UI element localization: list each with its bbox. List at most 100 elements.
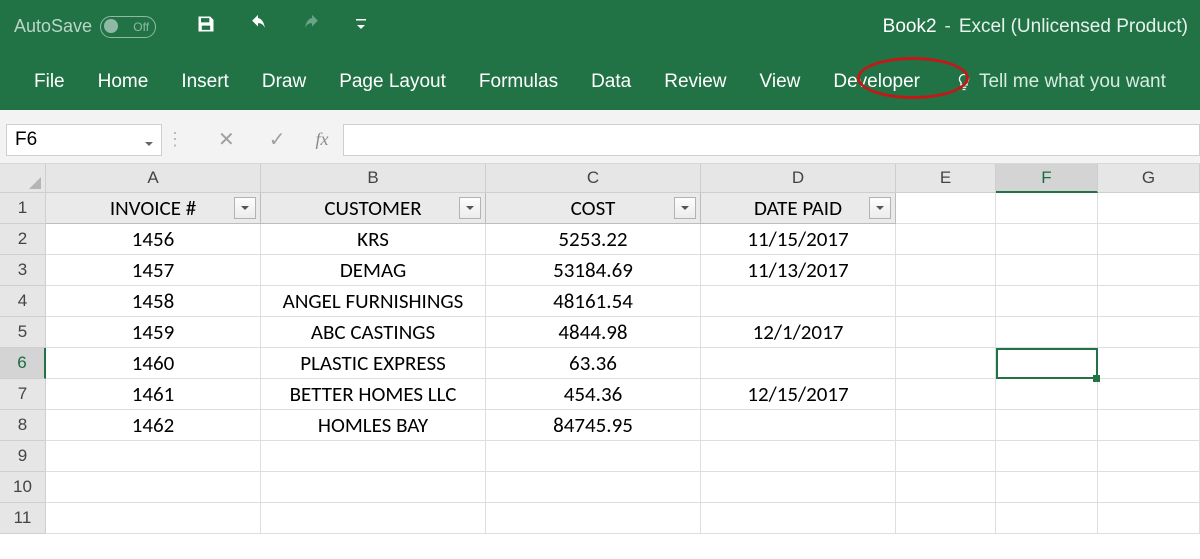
row-header[interactable]: 9 (0, 441, 46, 472)
cell[interactable] (896, 224, 996, 255)
table-column-header[interactable]: CUSTOMER (261, 193, 486, 224)
cell[interactable]: ABC CASTINGS (261, 317, 486, 348)
autosave-toggle[interactable]: Off (100, 16, 156, 38)
cell[interactable]: 1456 (46, 224, 261, 255)
worksheet-grid[interactable]: A B C D E F G 1INVOICE #CUSTOMERCOSTDATE… (0, 164, 1200, 534)
cell[interactable]: 1459 (46, 317, 261, 348)
cell[interactable]: 1461 (46, 379, 261, 410)
cell[interactable]: KRS (261, 224, 486, 255)
cell[interactable] (996, 348, 1098, 379)
cell[interactable] (996, 472, 1098, 503)
filter-dropdown-icon[interactable] (869, 197, 891, 219)
cell[interactable] (46, 503, 261, 534)
cell[interactable] (261, 472, 486, 503)
cell[interactable] (1098, 286, 1200, 317)
cell[interactable] (996, 193, 1098, 224)
row-header[interactable]: 2 (0, 224, 46, 255)
table-column-header[interactable]: INVOICE # (46, 193, 261, 224)
tab-view[interactable]: View (760, 71, 801, 93)
row-header[interactable]: 1 (0, 193, 46, 224)
cell[interactable] (996, 317, 1098, 348)
cell[interactable] (996, 503, 1098, 534)
tab-file[interactable]: File (34, 71, 65, 93)
cell[interactable] (1098, 193, 1200, 224)
tab-data[interactable]: Data (591, 71, 631, 93)
cell[interactable] (1098, 317, 1200, 348)
cell[interactable] (701, 441, 896, 472)
fill-handle[interactable] (1093, 375, 1100, 382)
cell[interactable] (896, 503, 996, 534)
cell[interactable] (486, 441, 701, 472)
cell[interactable] (701, 503, 896, 534)
cell[interactable] (1098, 255, 1200, 286)
cell[interactable]: 11/13/2017 (701, 255, 896, 286)
fx-label[interactable]: fx (316, 129, 329, 150)
cell[interactable]: 12/1/2017 (701, 317, 896, 348)
cell[interactable] (486, 472, 701, 503)
col-header-a[interactable]: A (46, 164, 261, 193)
tab-review[interactable]: Review (664, 71, 726, 93)
cell[interactable] (1098, 348, 1200, 379)
cell[interactable] (896, 348, 996, 379)
cell[interactable] (46, 441, 261, 472)
row-header[interactable]: 4 (0, 286, 46, 317)
tab-home[interactable]: Home (98, 71, 149, 93)
cell[interactable]: 5253.22 (486, 224, 701, 255)
tab-developer[interactable]: Developer (833, 71, 920, 93)
col-header-e[interactable]: E (896, 164, 996, 193)
row-header[interactable]: 8 (0, 410, 46, 441)
save-icon[interactable] (196, 14, 216, 39)
col-header-c[interactable]: C (486, 164, 701, 193)
cell[interactable] (896, 379, 996, 410)
row-header[interactable]: 5 (0, 317, 46, 348)
cell[interactable] (1098, 503, 1200, 534)
cell[interactable] (261, 441, 486, 472)
cell[interactable] (261, 503, 486, 534)
name-box-dropdown-icon[interactable] (143, 134, 155, 156)
cell[interactable] (1098, 224, 1200, 255)
cell[interactable] (896, 441, 996, 472)
cell[interactable] (896, 286, 996, 317)
undo-icon[interactable] (246, 14, 270, 39)
row-header[interactable]: 7 (0, 379, 46, 410)
accept-formula-icon[interactable]: ✓ (269, 127, 286, 152)
select-all-corner[interactable] (0, 164, 46, 193)
cell[interactable] (701, 286, 896, 317)
cell[interactable] (996, 286, 1098, 317)
cell[interactable]: PLASTIC EXPRESS (261, 348, 486, 379)
cell[interactable]: 4844.98 (486, 317, 701, 348)
cell[interactable]: 1457 (46, 255, 261, 286)
name-box[interactable]: F6 (6, 124, 162, 156)
row-header[interactable]: 10 (0, 472, 46, 503)
col-header-b[interactable]: B (261, 164, 486, 193)
table-column-header[interactable]: COST (486, 193, 701, 224)
tab-insert[interactable]: Insert (181, 71, 229, 93)
cancel-formula-icon[interactable]: ✕ (218, 127, 235, 152)
filter-dropdown-icon[interactable] (674, 197, 696, 219)
cell[interactable] (1098, 441, 1200, 472)
formula-input[interactable] (343, 124, 1200, 156)
cell[interactable] (1098, 379, 1200, 410)
customize-qat-icon[interactable] (354, 16, 368, 37)
redo-icon[interactable] (300, 14, 324, 39)
row-header[interactable]: 3 (0, 255, 46, 286)
cell[interactable] (46, 472, 261, 503)
row-header[interactable]: 11 (0, 503, 46, 534)
cell[interactable]: 1460 (46, 348, 261, 379)
cell[interactable]: 12/15/2017 (701, 379, 896, 410)
cell[interactable] (701, 348, 896, 379)
tell-me-search[interactable]: Tell me what you want (955, 71, 1166, 93)
cell[interactable] (996, 441, 1098, 472)
cell[interactable] (896, 410, 996, 441)
filter-dropdown-icon[interactable] (459, 197, 481, 219)
tab-page-layout[interactable]: Page Layout (339, 71, 446, 93)
cell[interactable]: BETTER HOMES LLC (261, 379, 486, 410)
filter-dropdown-icon[interactable] (234, 197, 256, 219)
cell[interactable] (486, 503, 701, 534)
tab-formulas[interactable]: Formulas (479, 71, 558, 93)
cell[interactable] (896, 317, 996, 348)
cell[interactable] (701, 410, 896, 441)
cell[interactable] (1098, 410, 1200, 441)
col-header-g[interactable]: G (1098, 164, 1200, 193)
cell[interactable]: 454.36 (486, 379, 701, 410)
